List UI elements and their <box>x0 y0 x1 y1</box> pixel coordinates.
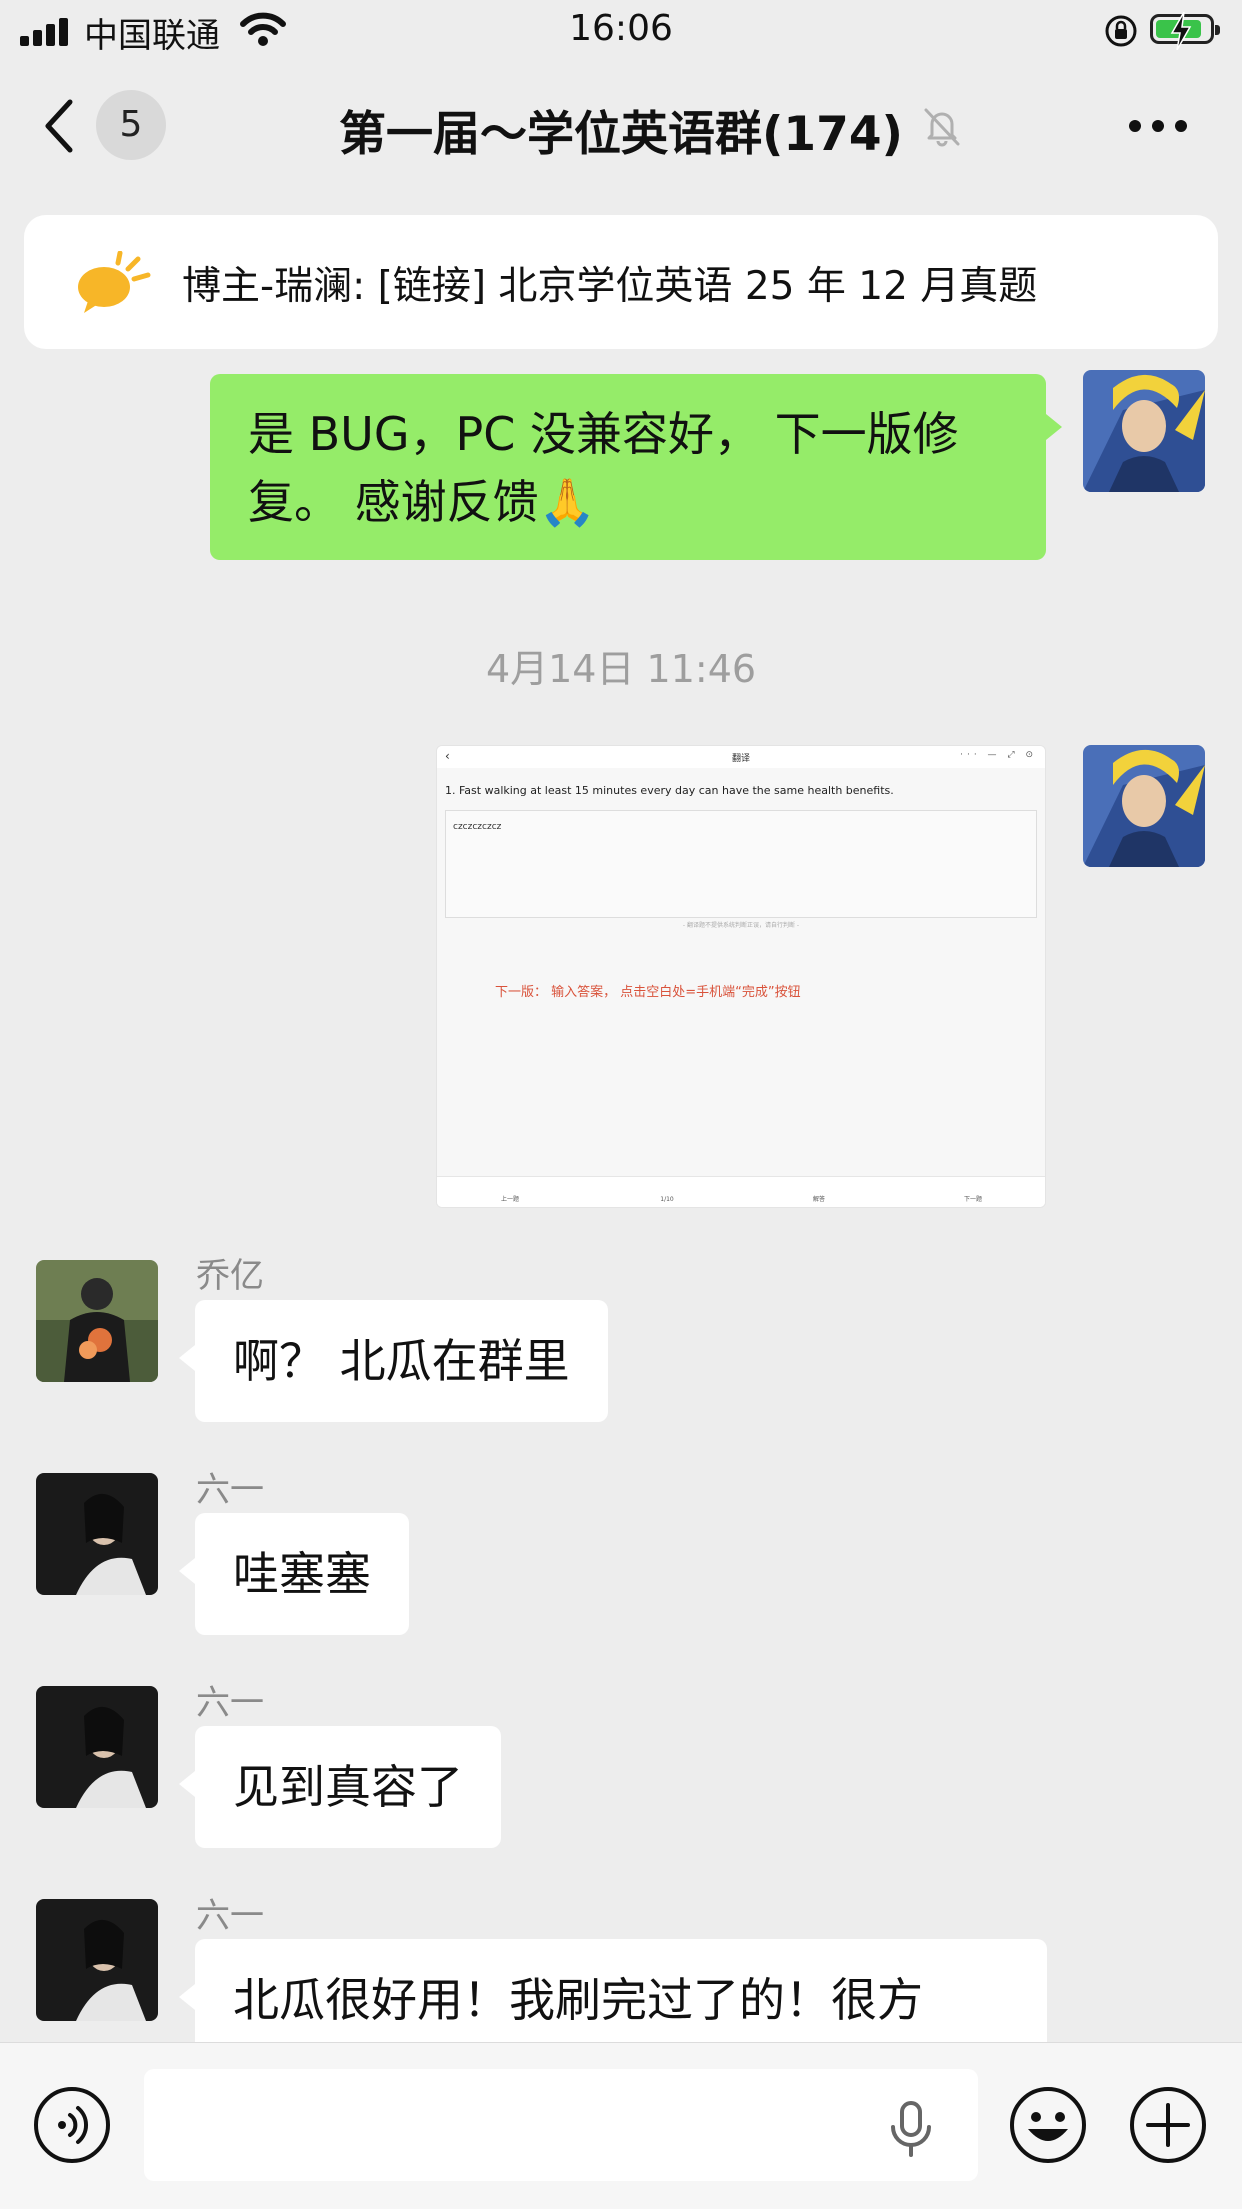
status-bar: 中国联通 16:06 <box>0 0 1242 62</box>
user-avatar[interactable] <box>36 1899 158 2021</box>
image-topbar: ‹ 翻译 ··· — ⤢ ⊙ <box>437 746 1045 768</box>
add-attachment-button[interactable] <box>1128 2085 1208 2169</box>
input-bar <box>0 2042 1242 2209</box>
status-time: 16:06 <box>569 8 673 49</box>
battery-icon <box>1150 12 1220 50</box>
user-avatar[interactable] <box>36 1260 158 1382</box>
message-input[interactable] <box>144 2069 978 2181</box>
microphone-icon[interactable] <box>888 2101 934 2161</box>
sender-name: 六一 <box>196 1470 264 1510</box>
image-bottombar: 上一题 1/10 解答 下一题 <box>437 1176 1045 1207</box>
more-options-button[interactable] <box>1128 118 1188 137</box>
image-answer-label: 解答 <box>812 1196 825 1203</box>
image-prev-label: 上一题 <box>500 1196 519 1203</box>
image-note: 下一版： 输入答案， 点击空白处=手机端“完成”按钮 <box>495 985 801 1000</box>
emoji-button[interactable] <box>1008 2085 1088 2169</box>
mute-bell-icon <box>920 104 964 152</box>
message-timestamp: 4月14日 11:46 <box>485 647 757 691</box>
pin-speech-icon <box>72 250 152 319</box>
bubble-tail <box>1046 414 1062 440</box>
image-answer-box <box>445 810 1037 918</box>
sender-name: 乔亿 <box>196 1256 264 1296</box>
message-line: 复。 感谢反馈🙏 <box>248 475 596 529</box>
bubble-tail <box>179 1984 195 2010</box>
self-avatar[interactable] <box>1083 745 1205 867</box>
chat-title: 第一届～学位英语群(174) <box>338 107 904 162</box>
rotation-lock-icon <box>1103 13 1139 58</box>
message-line: 是 BUG，PC 没兼容好， 下一版修 <box>248 407 959 461</box>
bubble-tail <box>179 1558 195 1584</box>
image-question: 1. Fast walking at least 15 minutes ever… <box>445 784 894 797</box>
sender-name: 六一 <box>196 1683 264 1723</box>
sender-name: 六一 <box>196 1896 264 1936</box>
pinned-message[interactable]: 博主-瑞澜: [链接] 北京学位英语 25 年 12 月真题 <box>24 215 1218 349</box>
message-bubble[interactable]: 见到真容了 <box>195 1726 501 1848</box>
bubble-tail <box>179 1345 195 1371</box>
message-bubble-self[interactable]: 是 BUG，PC 没兼容好， 下一版修 复。 感谢反馈🙏 <box>210 374 1046 560</box>
image-page-label: 1/10 <box>660 1196 674 1203</box>
message-bubble[interactable]: 哇塞塞 <box>195 1513 409 1635</box>
user-avatar[interactable] <box>36 1686 158 1808</box>
image-window-controls-icon: ··· — ⤢ ⊙ <box>960 750 1037 760</box>
image-hint: - 翻译题不提供系统判断正误，请自行判断 - <box>682 922 800 929</box>
pinned-text: 博主-瑞澜: [链接] 北京学位英语 25 年 12 月真题 <box>182 264 1038 309</box>
message-bubble[interactable]: 啊？ 北瓜在群里 <box>195 1300 608 1422</box>
image-answer: czczczczcz <box>453 822 502 832</box>
image-title: 翻译 <box>731 754 750 764</box>
screenshot-image-message[interactable]: ‹ 翻译 ··· — ⤢ ⊙ 1. Fast walking at least … <box>436 745 1046 1208</box>
bubble-tail <box>179 1771 195 1797</box>
self-avatar[interactable] <box>1083 370 1205 492</box>
image-next-label: 下一题 <box>963 1196 982 1203</box>
user-avatar[interactable] <box>36 1473 158 1595</box>
voice-mode-button[interactable] <box>32 2085 112 2169</box>
